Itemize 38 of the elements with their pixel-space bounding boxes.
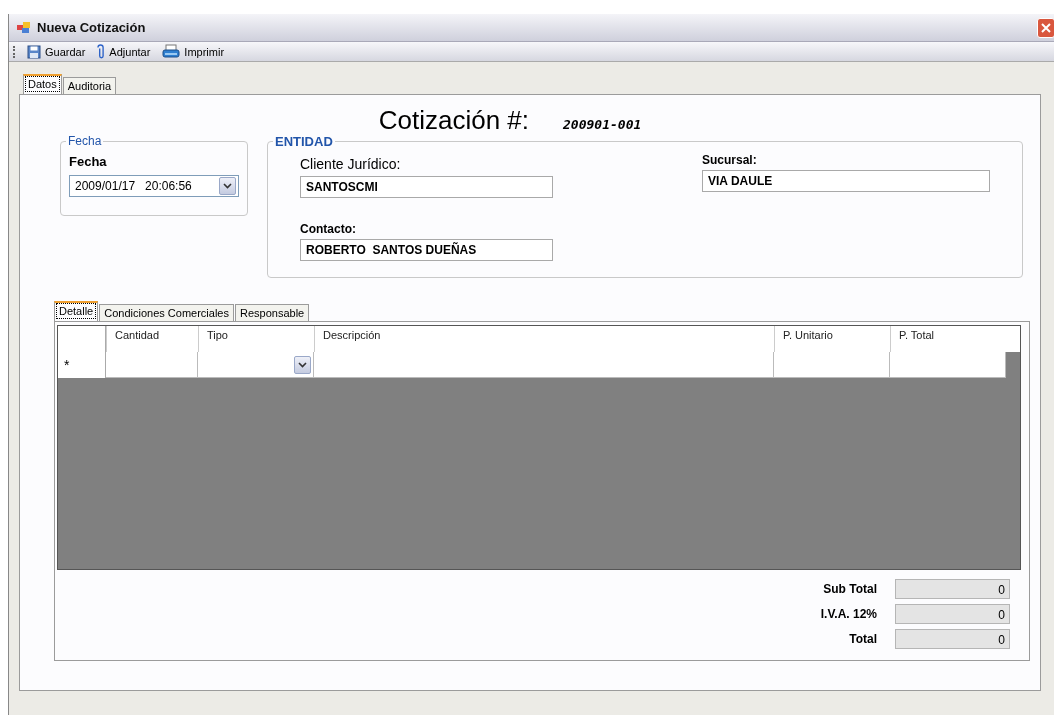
tab[interactable]: Detalle <box>54 301 99 321</box>
paperclip-icon <box>97 43 106 60</box>
toolbar-button[interactable]: Guardar <box>25 44 88 59</box>
printer-icon <box>162 44 181 59</box>
quote-number-label: Cotización #: <box>378 105 529 136</box>
text-field[interactable]: SANTOSCMI <box>300 176 553 198</box>
total-field: 0 <box>895 604 1010 624</box>
text-field[interactable]: ROBERTO SANTOS DUEÑAS <box>300 239 553 261</box>
field-label: Contacto: <box>300 222 357 236</box>
tab[interactable]: Condiciones Comerciales <box>99 304 234 321</box>
tab[interactable]: Datos <box>23 74 62 94</box>
grid-cell[interactable] <box>774 352 890 378</box>
date-picker[interactable]: 2009/01/17 20:06:56 <box>69 175 239 197</box>
grid-cell[interactable] <box>198 352 314 378</box>
total-field: 0 <box>895 629 1010 649</box>
quote-number: 200901-001 <box>563 117 642 132</box>
tab[interactable]: Responsable <box>235 304 310 321</box>
close-button[interactable] <box>1037 17 1054 38</box>
field-label: Sucursal: <box>702 153 758 167</box>
total-field: 0 <box>895 579 1010 599</box>
window-app-icon <box>17 21 31 34</box>
group-title: ENTIDAD <box>273 134 335 149</box>
text-field[interactable]: VIA DAULE <box>702 170 990 192</box>
total-label: I.V.A. 12% <box>820 607 877 621</box>
grid-cell[interactable] <box>314 352 774 378</box>
toolbar-button[interactable]: Adjuntar <box>95 43 153 60</box>
close-icon <box>1041 22 1051 33</box>
grid-cell[interactable] <box>890 352 1006 378</box>
window-title: Nueva Cotización <box>37 20 146 35</box>
group-title: Fecha <box>66 134 104 148</box>
field-label: Cliente Jurídico: <box>300 156 402 172</box>
total-label: Sub Total <box>822 582 877 596</box>
field-label: Fecha <box>69 154 108 169</box>
new-row-marker: * <box>58 352 106 378</box>
total-label: Total <box>848 632 877 646</box>
grid-cell[interactable] <box>106 352 198 378</box>
tab[interactable]: Auditoria <box>62 77 117 94</box>
toolbar-button[interactable]: Imprimir <box>160 44 227 59</box>
